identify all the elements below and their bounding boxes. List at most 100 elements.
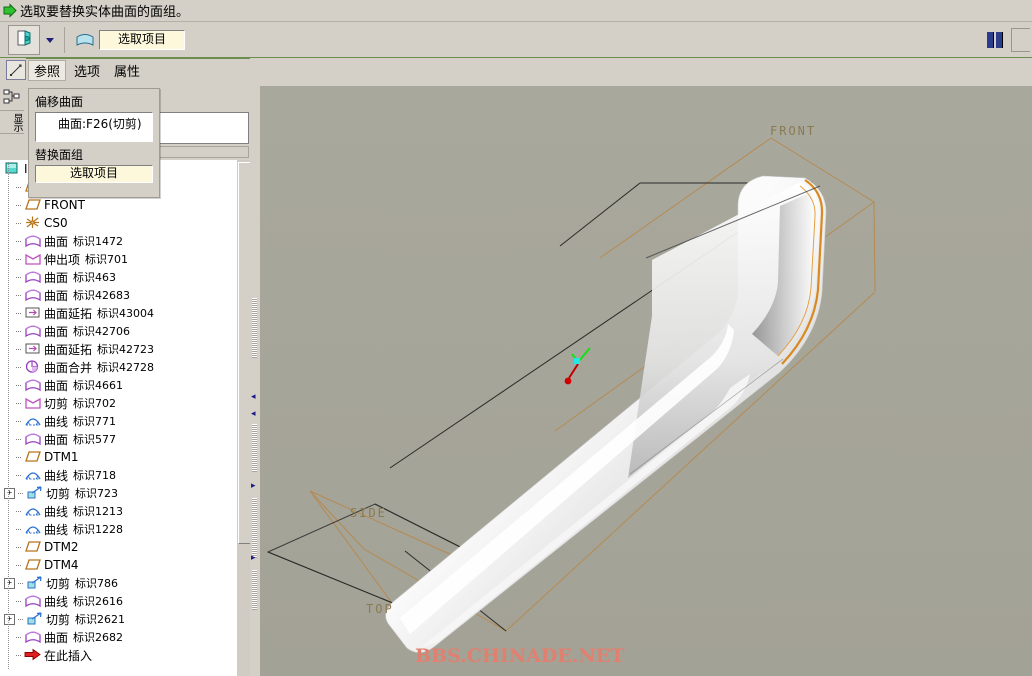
- tree-item-label: 切剪: [44, 396, 69, 411]
- tree-item-id: 标识723: [75, 487, 119, 500]
- tree-item-row[interactable]: CS0: [0, 214, 236, 232]
- splitter-grip-low[interactable]: [252, 498, 257, 558]
- tree-item-row[interactable]: 曲线 标识718: [0, 466, 236, 484]
- quilt-collector-field[interactable]: 选取项目: [99, 29, 185, 50]
- tree-item-row[interactable]: 曲线 标识2616: [0, 592, 236, 610]
- tree-item-row[interactable]: 曲面 标识42683: [0, 286, 236, 304]
- tree-item-label: 切剪: [46, 576, 71, 591]
- model-tree-icon[interactable]: [0, 86, 24, 108]
- tree-item-row[interactable]: DTM1: [0, 448, 236, 466]
- tree-item-row[interactable]: 切剪 标识702: [0, 394, 236, 412]
- tree-item-row[interactable]: + 切剪 标识2621: [0, 610, 236, 628]
- tree-item-row[interactable]: DTM4: [0, 556, 236, 574]
- splitter-collapse-arrow-1[interactable]: ◂: [251, 393, 259, 402]
- tab-properties[interactable]: 属性: [108, 60, 146, 81]
- tree-item-row[interactable]: 曲面 标识1472: [0, 232, 236, 250]
- tree-item-id: 标识702: [73, 397, 117, 410]
- splitter-collapse-arrow-2[interactable]: ◂: [251, 410, 259, 419]
- insert-here-icon: [24, 647, 42, 663]
- datum-label-front: FRONT: [770, 124, 817, 138]
- tree-item-id: 标识1213: [73, 505, 124, 518]
- tree-item-id: 标识701: [85, 253, 129, 266]
- protrusion-icon: [24, 251, 42, 267]
- tree-item-label: DTM1: [44, 450, 79, 464]
- tree-item-row[interactable]: + 切剪 标识786: [0, 574, 236, 592]
- tree-connector: [14, 286, 24, 304]
- offset-surface-tool-button[interactable]: [8, 24, 40, 55]
- tree-item-row[interactable]: 曲面 标识577: [0, 430, 236, 448]
- tree-item-label: 曲线: [44, 468, 69, 483]
- tree-item-row[interactable]: 伸出项 标识701: [0, 250, 236, 268]
- pause-icon[interactable]: [987, 31, 1003, 48]
- tree-item-row[interactable]: 曲面延拓 标识42723: [0, 340, 236, 358]
- tree-item-id: 标识1472: [73, 235, 124, 248]
- tree-item-row[interactable]: DTM2: [0, 538, 236, 556]
- tab-options[interactable]: 选项: [68, 60, 106, 81]
- splitter-grip-mid[interactable]: [252, 424, 257, 472]
- tree-connector: [14, 340, 24, 358]
- tree-item-id: 标识43004: [97, 307, 155, 320]
- dashboard-end-button[interactable]: [1011, 27, 1030, 52]
- cad-model-graphics: [266, 137, 876, 653]
- tree-item-label: 曲线: [44, 522, 69, 537]
- offset-surface-value[interactable]: 曲面:F26(切剪): [35, 112, 153, 142]
- datum-label-side: SIDE: [350, 506, 387, 520]
- tree-item-row[interactable]: 曲线 标识1228: [0, 520, 236, 538]
- tree-item-row[interactable]: 曲面 标识463: [0, 268, 236, 286]
- surface-icon: [24, 287, 42, 303]
- model-tree-pane[interactable]: I TOPFRONTCS0曲面标识1472伸出项标识701曲面标识463曲面标识…: [0, 160, 236, 676]
- tree-connector: [16, 484, 26, 502]
- tree-connector: [14, 628, 24, 646]
- tree-expand-icon[interactable]: +: [4, 613, 15, 625]
- tree-item-id: 标识42683: [73, 289, 131, 302]
- part-icon: [4, 161, 22, 177]
- tree-item-row[interactable]: 在此插入: [0, 646, 236, 664]
- tree-item-label: 伸出项: [44, 252, 81, 267]
- datum-label-top: TOP: [366, 602, 394, 616]
- splitter-expand-arrow-2[interactable]: ▸: [251, 554, 259, 563]
- splitter-grip-bottom[interactable]: [252, 570, 257, 610]
- replace-quilt-label: 替换面组: [35, 148, 84, 162]
- surface-icon: [24, 323, 42, 339]
- datum-plane-icon: [24, 557, 42, 573]
- surface-icon: [24, 431, 42, 447]
- tree-connector: [14, 466, 24, 484]
- tree-item-row[interactable]: 曲面 标识4661: [0, 376, 236, 394]
- tree-item-row[interactable]: 曲线 标识771: [0, 412, 236, 430]
- tree-item-row[interactable]: FRONT: [0, 196, 236, 214]
- tree-item-row[interactable]: 曲面 标识42706: [0, 322, 236, 340]
- chevron-down-icon[interactable]: [46, 38, 54, 43]
- tree-item-row[interactable]: + 切剪 标识723: [0, 484, 236, 502]
- tree-item-id: 标识1228: [73, 523, 124, 536]
- datum-plane-icon: [24, 539, 42, 555]
- tree-settings-icon[interactable]: [6, 60, 26, 80]
- datum-plane-icon: [24, 449, 42, 465]
- tree-expand-icon[interactable]: +: [4, 487, 15, 499]
- pane-splitter[interactable]: ◂ ◂ ▸ ▸: [250, 58, 260, 676]
- rail-separator: [0, 110, 24, 111]
- tree-connector: [14, 196, 24, 214]
- tree-item-id: 标识4661: [73, 379, 124, 392]
- replace-quilt-collector[interactable]: 选取项目: [35, 165, 153, 183]
- message-text: 选取要替换实体曲面的面组。: [20, 5, 190, 20]
- splitter-grip-top[interactable]: [252, 298, 257, 358]
- tree-item-row[interactable]: 曲面 标识2682: [0, 628, 236, 646]
- curve-icon: [24, 521, 42, 537]
- tree-item-label: 切剪: [46, 486, 71, 501]
- tree-item-label: 曲面: [44, 378, 69, 393]
- tree-item-id: 标识2682: [73, 631, 124, 644]
- tree-item-id: 标识42706: [73, 325, 131, 338]
- tree-connector: [14, 592, 24, 610]
- tree-item-label: FRONT: [44, 198, 85, 212]
- tree-connector: [14, 646, 24, 664]
- splitter-expand-arrow-1[interactable]: ▸: [251, 482, 259, 491]
- tree-item-row[interactable]: 曲面合并 标识42728: [0, 358, 236, 376]
- tree-item-row[interactable]: 曲线 标识1213: [0, 502, 236, 520]
- tree-item-label: 曲线: [44, 414, 69, 429]
- tree-connector: [14, 394, 24, 412]
- tree-scrollbar[interactable]: [236, 160, 252, 676]
- graphics-viewport[interactable]: FRONT SIDE TOP: [260, 86, 1032, 676]
- tab-references[interactable]: 参照: [28, 59, 67, 81]
- tree-item-row[interactable]: 曲面延拓 标识43004: [0, 304, 236, 322]
- tree-expand-icon[interactable]: +: [4, 577, 15, 589]
